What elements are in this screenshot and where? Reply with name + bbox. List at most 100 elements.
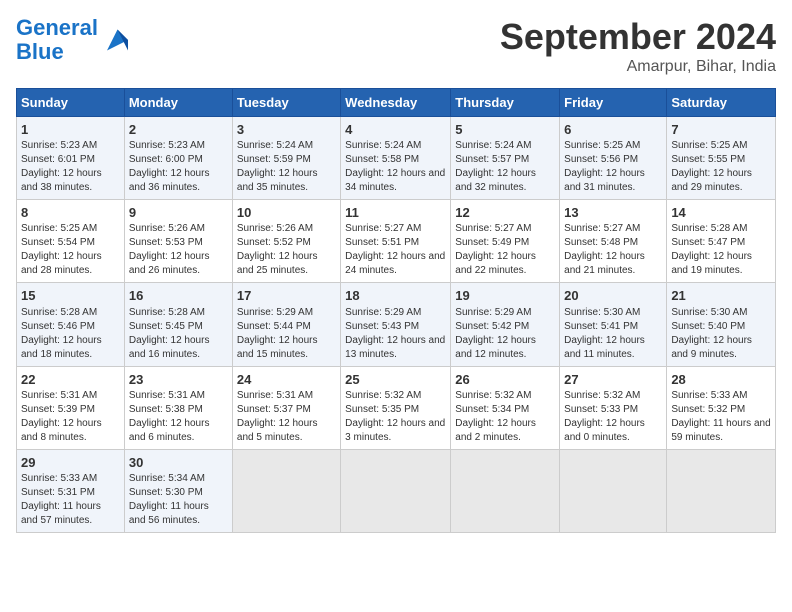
- day-info: Sunset: 5:38 PM: [129, 403, 228, 417]
- day-number: 6: [564, 121, 662, 139]
- day-number: 24: [237, 371, 336, 389]
- calendar-cell: 29Sunrise: 5:33 AMSunset: 5:31 PMDayligh…: [17, 449, 125, 532]
- col-wednesday: Wednesday: [341, 89, 451, 117]
- day-number: 27: [564, 371, 662, 389]
- calendar-week-3: 15Sunrise: 5:28 AMSunset: 5:46 PMDayligh…: [17, 283, 776, 366]
- day-info: Sunrise: 5:33 AM: [21, 472, 120, 486]
- calendar-week-5: 29Sunrise: 5:33 AMSunset: 5:31 PM Dayligh…: [17, 449, 776, 532]
- day-info: Daylight: 12 hours and 28 minutes.: [21, 250, 120, 278]
- day-info: Sunset: 5:42 PM: [455, 320, 555, 334]
- day-info: Sunrise: 5:27 AM: [564, 222, 662, 236]
- calendar-cell: 28Sunrise: 5:33 AMSunset: 5:32 PMDayligh…: [667, 366, 776, 449]
- calendar-cell: 3Sunrise: 5:24 AMSunset: 5:59 PMDaylight…: [232, 117, 340, 200]
- header-row: Sunday Monday Tuesday Wednesday Thursday…: [17, 89, 776, 117]
- calendar-cell: 6Sunrise: 5:25 AMSunset: 5:56 PMDaylight…: [560, 117, 667, 200]
- day-info: Sunrise: 5:32 AM: [345, 389, 446, 403]
- calendar-cell: 24Sunrise: 5:31 AMSunset: 5:37 PMDayligh…: [232, 366, 340, 449]
- day-info: Daylight: 12 hours and 15 minutes.: [237, 334, 336, 362]
- day-number: 1: [21, 121, 120, 139]
- calendar-table: Sunday Monday Tuesday Wednesday Thursday…: [16, 88, 776, 533]
- col-sunday: Sunday: [17, 89, 125, 117]
- day-info: Sunset: 5:52 PM: [237, 236, 336, 250]
- calendar-cell: 22Sunrise: 5:31 AMSunset: 5:39 PMDayligh…: [17, 366, 125, 449]
- day-info: Sunrise: 5:33 AM: [671, 389, 771, 403]
- calendar-cell: 25Sunrise: 5:32 AMSunset: 5:35 PMDayligh…: [341, 366, 451, 449]
- calendar-cell: 11Sunrise: 5:27 AMSunset: 5:51 PMDayligh…: [341, 200, 451, 283]
- day-number: 29: [21, 454, 120, 472]
- calendar-cell: [232, 449, 340, 532]
- day-info: Daylight: 12 hours and 36 minutes.: [129, 167, 228, 195]
- calendar-cell: 4Sunrise: 5:24 AMSunset: 5:58 PMDaylight…: [341, 117, 451, 200]
- day-number: 10: [237, 204, 336, 222]
- day-info: Daylight: 12 hours and 5 minutes.: [237, 417, 336, 445]
- day-info: Daylight: 11 hours and 56 minutes.: [129, 500, 228, 528]
- title-block: September 2024 Amarpur, Bihar, India: [500, 16, 776, 76]
- day-info: Sunrise: 5:31 AM: [21, 389, 120, 403]
- logo-line2: Blue: [16, 39, 64, 64]
- calendar-cell: [560, 449, 667, 532]
- day-info: Daylight: 12 hours and 18 minutes.: [21, 334, 120, 362]
- calendar-cell: 14Sunrise: 5:28 AMSunset: 5:47 PMDayligh…: [667, 200, 776, 283]
- calendar-cell: 23Sunrise: 5:31 AMSunset: 5:38 PMDayligh…: [124, 366, 232, 449]
- day-info: Sunrise: 5:25 AM: [21, 222, 120, 236]
- calendar-cell: 27Sunrise: 5:32 AMSunset: 5:33 PMDayligh…: [560, 366, 667, 449]
- calendar-cell: 19Sunrise: 5:29 AMSunset: 5:42 PMDayligh…: [451, 283, 560, 366]
- day-info: Sunset: 5:32 PM: [671, 403, 771, 417]
- day-info: Daylight: 12 hours and 38 minutes.: [21, 167, 120, 195]
- day-number: 15: [21, 287, 120, 305]
- day-info: Sunrise: 5:29 AM: [455, 306, 555, 320]
- col-saturday: Saturday: [667, 89, 776, 117]
- day-info: Sunset: 5:59 PM: [237, 153, 336, 167]
- day-number: 25: [345, 371, 446, 389]
- day-info: Sunset: 5:49 PM: [455, 236, 555, 250]
- day-info: Sunset: 5:31 PM: [21, 486, 120, 500]
- calendar-week-2: 8Sunrise: 5:25 AMSunset: 5:54 PMDaylight…: [17, 200, 776, 283]
- day-info: Sunset: 5:35 PM: [345, 403, 446, 417]
- day-info: Sunrise: 5:26 AM: [129, 222, 228, 236]
- day-info: Daylight: 12 hours and 19 minutes.: [671, 250, 771, 278]
- location: Amarpur, Bihar, India: [500, 58, 776, 76]
- day-info: Sunset: 5:39 PM: [21, 403, 120, 417]
- day-info: Sunset: 5:33 PM: [564, 403, 662, 417]
- day-info: Sunset: 5:48 PM: [564, 236, 662, 250]
- day-number: 17: [237, 287, 336, 305]
- day-number: 14: [671, 204, 771, 222]
- day-info: Sunset: 5:53 PM: [129, 236, 228, 250]
- calendar-cell: 2Sunrise: 5:23 AMSunset: 6:00 PMDaylight…: [124, 117, 232, 200]
- logo-line1: General: [16, 15, 98, 40]
- day-info: Sunset: 5:57 PM: [455, 153, 555, 167]
- day-number: 5: [455, 121, 555, 139]
- day-info: Daylight: 12 hours and 21 minutes.: [564, 250, 662, 278]
- day-info: Sunset: 5:30 PM: [129, 486, 228, 500]
- col-thursday: Thursday: [451, 89, 560, 117]
- day-info: Daylight: 12 hours and 2 minutes.: [455, 417, 555, 445]
- day-info: Daylight: 12 hours and 22 minutes.: [455, 250, 555, 278]
- day-info: Sunrise: 5:28 AM: [671, 222, 771, 236]
- day-number: 2: [129, 121, 228, 139]
- day-info: Sunrise: 5:31 AM: [129, 389, 228, 403]
- day-info: Sunset: 5:37 PM: [237, 403, 336, 417]
- day-info: Daylight: 11 hours and 59 minutes.: [671, 417, 771, 445]
- calendar-cell: 18Sunrise: 5:29 AMSunset: 5:43 PMDayligh…: [341, 283, 451, 366]
- day-info: Daylight: 12 hours and 29 minutes.: [671, 167, 771, 195]
- day-number: 18: [345, 287, 446, 305]
- day-info: Sunrise: 5:25 AM: [564, 139, 662, 153]
- calendar-cell: 20Sunrise: 5:30 AMSunset: 5:41 PMDayligh…: [560, 283, 667, 366]
- day-number: 28: [671, 371, 771, 389]
- day-info: Sunrise: 5:27 AM: [455, 222, 555, 236]
- day-info: Sunrise: 5:25 AM: [671, 139, 771, 153]
- calendar-cell: 8Sunrise: 5:25 AMSunset: 5:54 PMDaylight…: [17, 200, 125, 283]
- day-number: 30: [129, 454, 228, 472]
- day-number: 22: [21, 371, 120, 389]
- day-info: Daylight: 12 hours and 25 minutes.: [237, 250, 336, 278]
- day-info: Daylight: 12 hours and 11 minutes.: [564, 334, 662, 362]
- day-info: Sunrise: 5:24 AM: [237, 139, 336, 153]
- calendar-cell: 10Sunrise: 5:26 AMSunset: 5:52 PMDayligh…: [232, 200, 340, 283]
- day-info: Sunrise: 5:24 AM: [455, 139, 555, 153]
- day-number: 9: [129, 204, 228, 222]
- page-header: General Blue September 2024 Amarpur, Bih…: [16, 16, 776, 76]
- day-info: Daylight: 12 hours and 31 minutes.: [564, 167, 662, 195]
- logo-text: General Blue: [16, 16, 98, 64]
- day-info: Sunset: 5:45 PM: [129, 320, 228, 334]
- day-info: Sunrise: 5:34 AM: [129, 472, 228, 486]
